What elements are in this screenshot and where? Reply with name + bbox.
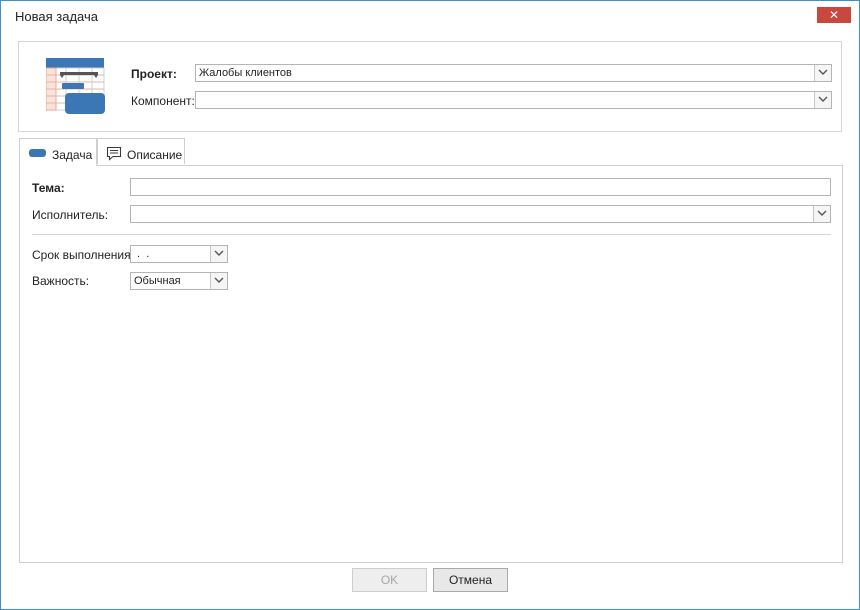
cancel-button[interactable]: Отмена bbox=[433, 568, 508, 592]
form-separator bbox=[32, 234, 831, 235]
comment-icon bbox=[106, 146, 122, 161]
component-select[interactable] bbox=[195, 91, 832, 109]
priority-value: Обычная bbox=[134, 275, 181, 287]
component-dropdown-button[interactable] bbox=[814, 92, 831, 108]
component-label: Компонент: bbox=[131, 94, 195, 108]
due-date-dropdown-button[interactable] bbox=[210, 246, 227, 262]
header-panel: Проект: Жалобы клиентов Компонент: bbox=[18, 41, 842, 132]
window-title: Новая задача bbox=[15, 9, 98, 24]
subject-label: Тема: bbox=[32, 181, 65, 195]
task-icon bbox=[29, 149, 46, 157]
ok-button[interactable]: OK bbox=[352, 568, 427, 592]
chevron-down-icon bbox=[214, 277, 224, 283]
close-button[interactable]: ✕ bbox=[817, 7, 851, 23]
priority-label: Важность: bbox=[32, 274, 90, 288]
assignee-label: Исполнитель: bbox=[32, 208, 109, 222]
task-list-icon bbox=[46, 58, 105, 114]
assignee-select[interactable] bbox=[130, 205, 831, 223]
title-bar[interactable]: Новая задача ✕ bbox=[1, 1, 859, 33]
project-dropdown-button[interactable] bbox=[814, 65, 831, 81]
tab-description[interactable]: Описание bbox=[97, 138, 185, 164]
project-select[interactable]: Жалобы клиентов bbox=[195, 64, 832, 82]
priority-select[interactable]: Обычная bbox=[130, 272, 228, 290]
due-date-picker[interactable]: . . bbox=[130, 245, 228, 263]
task-tab-panel: Тема: Исполнитель: Срок выполнения: . . … bbox=[19, 165, 843, 563]
subject-input[interactable] bbox=[130, 178, 831, 196]
chevron-down-icon bbox=[214, 250, 224, 256]
chevron-down-icon bbox=[818, 69, 828, 75]
tab-description-label: Описание bbox=[127, 148, 183, 162]
chevron-down-icon bbox=[817, 210, 827, 216]
chevron-down-icon bbox=[818, 96, 828, 102]
tab-task[interactable]: Задача bbox=[19, 138, 97, 166]
priority-dropdown-button[interactable] bbox=[210, 273, 227, 289]
dialog-window: Новая задача ✕ Проект: Жалобы клиентов К… bbox=[0, 0, 860, 610]
tab-task-label: Задача bbox=[52, 148, 93, 162]
due-date-value: . . bbox=[134, 248, 150, 260]
assignee-dropdown-button[interactable] bbox=[813, 206, 830, 222]
project-value: Жалобы клиентов bbox=[199, 67, 292, 79]
project-label: Проект: bbox=[131, 67, 177, 81]
close-icon: ✕ bbox=[828, 8, 840, 22]
due-date-label: Срок выполнения: bbox=[32, 248, 134, 262]
